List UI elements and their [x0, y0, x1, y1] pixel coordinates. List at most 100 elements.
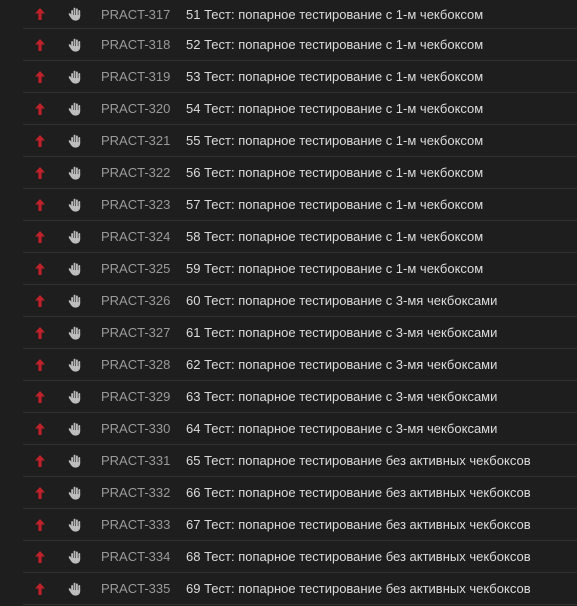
issue-key[interactable]: PRACT-317: [101, 7, 170, 22]
issue-row[interactable]: PRACT-334 68 Тест: попарное тестирование…: [23, 541, 577, 573]
issue-key[interactable]: PRACT-318: [101, 37, 170, 52]
priority-arrow-up-icon: [33, 454, 47, 468]
arrow-up-icon-svg: [35, 454, 45, 467]
issue-row[interactable]: PRACT-335 69 Тест: попарное тестирование…: [23, 573, 577, 605]
issue-row[interactable]: PRACT-330 64 Тест: попарное тестирование…: [23, 413, 577, 445]
hand-icon-svg: [68, 7, 81, 21]
hand-icon-svg: [68, 358, 81, 372]
hand-icon-svg: [68, 198, 81, 212]
drag-hand-icon[interactable]: [67, 293, 83, 309]
priority-arrow-up-icon: [33, 7, 47, 21]
priority-arrow-up-icon: [33, 38, 47, 52]
priority-arrow-up-icon: [33, 390, 47, 404]
issue-row[interactable]: PRACT-331 65 Тест: попарное тестирование…: [23, 445, 577, 477]
issue-key[interactable]: PRACT-324: [101, 229, 170, 244]
drag-hand-icon[interactable]: [67, 421, 83, 437]
drag-hand-icon[interactable]: [67, 261, 83, 277]
drag-hand-icon[interactable]: [67, 101, 83, 117]
issue-row[interactable]: PRACT-332 66 Тест: попарное тестирование…: [23, 477, 577, 509]
priority-arrow-up-icon: [33, 166, 47, 180]
hand-icon-svg: [68, 230, 81, 244]
drag-hand-icon[interactable]: [67, 517, 83, 533]
issue-key[interactable]: PRACT-333: [101, 517, 170, 532]
issue-title[interactable]: 61 Тест: попарное тестирование с 3-мя че…: [186, 325, 497, 340]
drag-hand-icon[interactable]: [67, 133, 83, 149]
issue-row[interactable]: PRACT-317 51 Тест: попарное тестирование…: [23, 0, 577, 29]
issue-row[interactable]: PRACT-324 58 Тест: попарное тестирование…: [23, 221, 577, 253]
issue-row[interactable]: PRACT-328 62 Тест: попарное тестирование…: [23, 349, 577, 381]
issue-title[interactable]: 55 Тест: попарное тестирование с 1-м чек…: [186, 133, 483, 148]
issue-title[interactable]: 67 Тест: попарное тестирование без актив…: [186, 517, 531, 532]
drag-hand-icon[interactable]: [67, 357, 83, 373]
issue-title[interactable]: 60 Тест: попарное тестирование с 3-мя че…: [186, 293, 497, 308]
issue-key[interactable]: PRACT-325: [101, 261, 170, 276]
drag-hand-icon[interactable]: [67, 69, 83, 85]
issue-title[interactable]: 69 Тест: попарное тестирование без актив…: [186, 581, 531, 596]
drag-hand-icon[interactable]: [67, 581, 83, 597]
priority-arrow-up-icon: [33, 102, 47, 116]
issue-row[interactable]: PRACT-323 57 Тест: попарное тестирование…: [23, 189, 577, 221]
issue-key[interactable]: PRACT-320: [101, 101, 170, 116]
issue-key[interactable]: PRACT-319: [101, 69, 170, 84]
arrow-up-icon-svg: [35, 518, 45, 531]
issue-key[interactable]: PRACT-334: [101, 549, 170, 564]
priority-arrow-up-icon: [33, 582, 47, 596]
issue-key[interactable]: PRACT-322: [101, 165, 170, 180]
drag-hand-icon[interactable]: [67, 549, 83, 565]
issue-key[interactable]: PRACT-328: [101, 357, 170, 372]
drag-hand-icon[interactable]: [67, 197, 83, 213]
hand-icon-svg: [68, 326, 81, 340]
issue-row[interactable]: PRACT-329 63 Тест: попарное тестирование…: [23, 381, 577, 413]
issue-row[interactable]: PRACT-320 54 Тест: попарное тестирование…: [23, 93, 577, 125]
issue-row[interactable]: PRACT-325 59 Тест: попарное тестирование…: [23, 253, 577, 285]
drag-hand-icon[interactable]: [67, 6, 83, 22]
issue-title[interactable]: 59 Тест: попарное тестирование с 1-м чек…: [186, 261, 483, 276]
arrow-up-icon-svg: [35, 390, 45, 403]
issue-row[interactable]: PRACT-321 55 Тест: попарное тестирование…: [23, 125, 577, 157]
hand-icon-svg: [68, 294, 81, 308]
issue-title[interactable]: 51 Тест: попарное тестирование с 1-м чек…: [186, 7, 483, 22]
issue-title[interactable]: 58 Тест: попарное тестирование с 1-м чек…: [186, 229, 483, 244]
issue-row[interactable]: PRACT-322 56 Тест: попарное тестирование…: [23, 157, 577, 189]
issue-title[interactable]: 62 Тест: попарное тестирование с 3-мя че…: [186, 357, 497, 372]
drag-hand-icon[interactable]: [67, 37, 83, 53]
issue-row[interactable]: PRACT-318 52 Тест: попарное тестирование…: [23, 29, 577, 61]
issue-key[interactable]: PRACT-326: [101, 293, 170, 308]
issue-key[interactable]: PRACT-331: [101, 453, 170, 468]
issue-key[interactable]: PRACT-330: [101, 421, 170, 436]
issue-title[interactable]: 66 Тест: попарное тестирование без актив…: [186, 485, 531, 500]
drag-hand-icon[interactable]: [67, 389, 83, 405]
issue-title[interactable]: 63 Тест: попарное тестирование с 3-мя че…: [186, 389, 497, 404]
issue-key[interactable]: PRACT-329: [101, 389, 170, 404]
drag-hand-icon[interactable]: [67, 485, 83, 501]
hand-icon-svg: [68, 486, 81, 500]
issue-title[interactable]: 54 Тест: попарное тестирование с 1-м чек…: [186, 101, 483, 116]
issue-title[interactable]: 57 Тест: попарное тестирование с 1-м чек…: [186, 197, 483, 212]
issue-key[interactable]: PRACT-321: [101, 133, 170, 148]
issue-row[interactable]: PRACT-333 67 Тест: попарное тестирование…: [23, 509, 577, 541]
issue-row[interactable]: PRACT-319 53 Тест: попарное тестирование…: [23, 61, 577, 93]
issue-title[interactable]: 52 Тест: попарное тестирование с 1-м чек…: [186, 37, 483, 52]
drag-hand-icon[interactable]: [67, 453, 83, 469]
arrow-up-icon-svg: [35, 550, 45, 563]
hand-icon-svg: [68, 454, 81, 468]
priority-arrow-up-icon: [33, 358, 47, 372]
issue-key[interactable]: PRACT-323: [101, 197, 170, 212]
issue-title[interactable]: 53 Тест: попарное тестирование с 1-м чек…: [186, 69, 483, 84]
issue-row[interactable]: PRACT-327 61 Тест: попарное тестирование…: [23, 317, 577, 349]
issue-title[interactable]: 65 Тест: попарное тестирование без актив…: [186, 453, 531, 468]
issue-title[interactable]: 56 Тест: попарное тестирование с 1-м чек…: [186, 165, 483, 180]
issue-title[interactable]: 68 Тест: попарное тестирование без актив…: [186, 549, 531, 564]
issue-key[interactable]: PRACT-335: [101, 581, 170, 596]
arrow-up-icon-svg: [35, 198, 45, 211]
issue-title[interactable]: 64 Тест: попарное тестирование с 3-мя че…: [186, 421, 497, 436]
arrow-up-icon-svg: [35, 422, 45, 435]
issue-key[interactable]: PRACT-332: [101, 485, 170, 500]
arrow-up-icon-svg: [35, 294, 45, 307]
drag-hand-icon[interactable]: [67, 325, 83, 341]
issue-row[interactable]: PRACT-326 60 Тест: попарное тестирование…: [23, 285, 577, 317]
drag-hand-icon[interactable]: [67, 229, 83, 245]
arrow-up-icon-svg: [35, 326, 45, 339]
issue-key[interactable]: PRACT-327: [101, 325, 170, 340]
drag-hand-icon[interactable]: [67, 165, 83, 181]
